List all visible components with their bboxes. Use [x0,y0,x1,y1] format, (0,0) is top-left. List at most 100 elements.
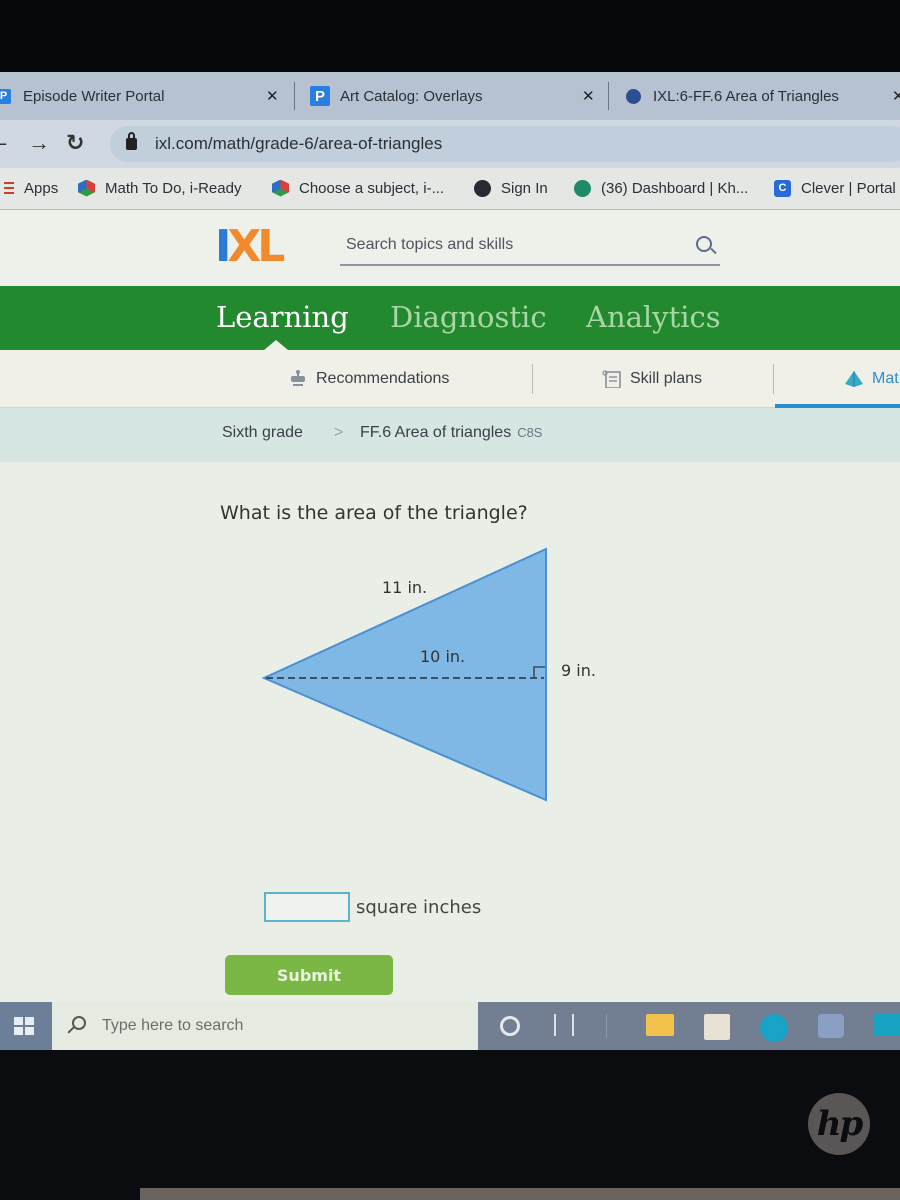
nav-diagnostic[interactable]: Diagnostic [390,300,547,334]
khan-academy-icon [574,179,591,197]
clever-icon: C [774,179,791,197]
skill-plans-icon [602,370,621,388]
browser-tab-strip: P Episode Writer Portal ✕ P Art Catalog:… [0,72,900,120]
subnav-math[interactable]: Mat [844,370,899,388]
bookmark-label: Choose a subject, i-... [299,179,445,197]
hp-logo: hp [808,1093,870,1155]
skill-code: C8S [517,425,543,440]
height-label: 10 in. [420,647,465,666]
subnav-separator [532,364,533,394]
breadcrumb: Sixth grade > FF.6 Area of triangles C8S [0,408,900,462]
close-tab-icon[interactable]: ✕ [582,87,595,105]
bookmark-label: Clever | Portal [801,179,896,197]
back-arrow-icon[interactable]: – [0,130,6,156]
microsoft-store-icon[interactable] [704,1014,730,1040]
bookmark-label: (36) Dashboard | Kh... [601,179,749,197]
task-view-icon[interactable] [554,1014,574,1036]
breadcrumb-separator: > [334,424,344,441]
bookmarks-bar: Apps Math To Do, i-Ready Choose a subjec… [0,168,900,210]
taskbar-search-placeholder: Type here to search [102,1017,244,1034]
windows-taskbar: Type here to search [0,1002,900,1050]
tab-episode-writer-portal[interactable]: P Episode Writer Portal ✕ [0,78,285,114]
close-tab-icon[interactable]: ✕ [892,87,900,105]
lock-icon [126,132,137,150]
active-nav-caret [264,340,288,350]
bookmark-label: Sign In [501,179,548,197]
question-area: What is the area of the triangle? 11 in.… [0,462,900,1022]
nav-learning[interactable]: Learning [216,300,349,334]
unit-label: square inches [356,896,482,918]
mail-icon[interactable] [874,1014,900,1036]
forward-arrow-icon[interactable]: → [28,130,50,156]
close-tab-icon[interactable]: ✕ [266,87,279,105]
url-text: ixl.com/math/grade-6/area-of-triangles [155,134,443,153]
subnav-label: Mat [872,370,899,387]
slant-side-label: 11 in. [382,578,427,597]
triangle-diagram: 11 in. 10 in. 9 in. [261,547,596,802]
recommendations-icon [291,370,305,386]
logo-i: I [215,221,232,272]
monitor-bezel-bottom [0,1050,900,1200]
breadcrumb-skill: FF.6 Area of triangles C8S [360,424,542,442]
breadcrumb-grade[interactable]: Sixth grade [222,424,303,442]
start-button[interactable] [0,1002,52,1050]
globe-icon [474,179,491,197]
pyramid-icon [845,371,863,387]
p-icon: P [310,86,330,106]
tab-ixl-area-of-triangles[interactable]: IXL:6-FF.6 Area of Triangles ✕ [626,78,900,114]
search-icon [72,1016,86,1030]
bookmark-choose-subject[interactable]: Choose a subject, i-... [272,176,444,200]
cortana-icon[interactable] [500,1016,520,1036]
bookmark-clever-portal[interactable]: C Clever | Portal [774,176,896,200]
monitor-bezel-top [0,0,900,72]
bookmark-label: Math To Do, i-Ready [105,179,242,197]
edge-icon[interactable] [760,1014,788,1042]
subnav-separator [773,364,774,394]
screen: P Episode Writer Portal ✕ P Art Catalog:… [0,72,900,1050]
tab-separator [294,82,295,110]
subnav-skill-plans[interactable]: Skill plans [602,370,702,388]
bookmark-sign-in[interactable]: Sign In [474,176,548,200]
search-icon[interactable] [696,236,712,252]
submit-button[interactable]: Submit [225,955,393,995]
tab-title: Episode Writer Portal [23,87,165,105]
search-input[interactable]: Search topics and skills [340,230,720,266]
bookmark-label: Apps [24,179,59,197]
taskbar-separator [606,1014,607,1038]
ixl-header: I XL Search topics and skills [0,210,900,286]
reload-icon[interactable]: ↻ [66,130,84,156]
skill-name: FF.6 Area of triangles [360,424,512,441]
bookmark-apps[interactable]: Apps [4,176,58,200]
ixl-icon [626,88,641,104]
search-placeholder: Search topics and skills [346,236,514,253]
tab-art-catalog[interactable]: P Art Catalog: Overlays ✕ [310,78,610,114]
sub-nav: Recommendations Skill plans Mat [0,350,900,408]
tab-title: Art Catalog: Overlays [340,87,483,105]
url-bar[interactable]: ixl.com/math/grade-6/area-of-triangles [110,126,900,162]
tab-title: IXL:6-FF.6 Area of Triangles [653,87,839,105]
bookmark-khan-dashboard[interactable]: (36) Dashboard | Kh... [574,176,748,200]
subnav-label: Recommendations [316,370,450,387]
address-bar-row: – → ↻ ixl.com/math/grade-6/area-of-trian… [0,120,900,168]
file-explorer-icon[interactable] [646,1014,674,1036]
answer-input[interactable] [264,892,350,922]
windows-logo-icon [14,1017,34,1035]
taskbar-icons [478,1002,900,1050]
p-icon: P [0,88,11,104]
apps-grid-icon [4,181,14,195]
tab-separator [608,82,609,110]
base-label: 9 in. [561,661,596,680]
iready-cube-icon [78,179,95,197]
teams-icon[interactable] [818,1014,844,1038]
nav-analytics[interactable]: Analytics [586,300,721,334]
answer-row: square inches [264,892,481,922]
subnav-recommendations[interactable]: Recommendations [288,370,449,388]
subnav-label: Skill plans [630,370,703,387]
ixl-logo[interactable]: I XL [215,221,285,272]
main-nav: Learning Diagnostic Analytics [0,286,900,350]
taskbar-search[interactable]: Type here to search [52,1002,482,1050]
bookmark-math-to-do[interactable]: Math To Do, i-Ready [78,176,241,200]
iready-cube-icon [272,179,289,197]
desk-surface [140,1188,900,1200]
logo-xl: XL [227,221,285,272]
